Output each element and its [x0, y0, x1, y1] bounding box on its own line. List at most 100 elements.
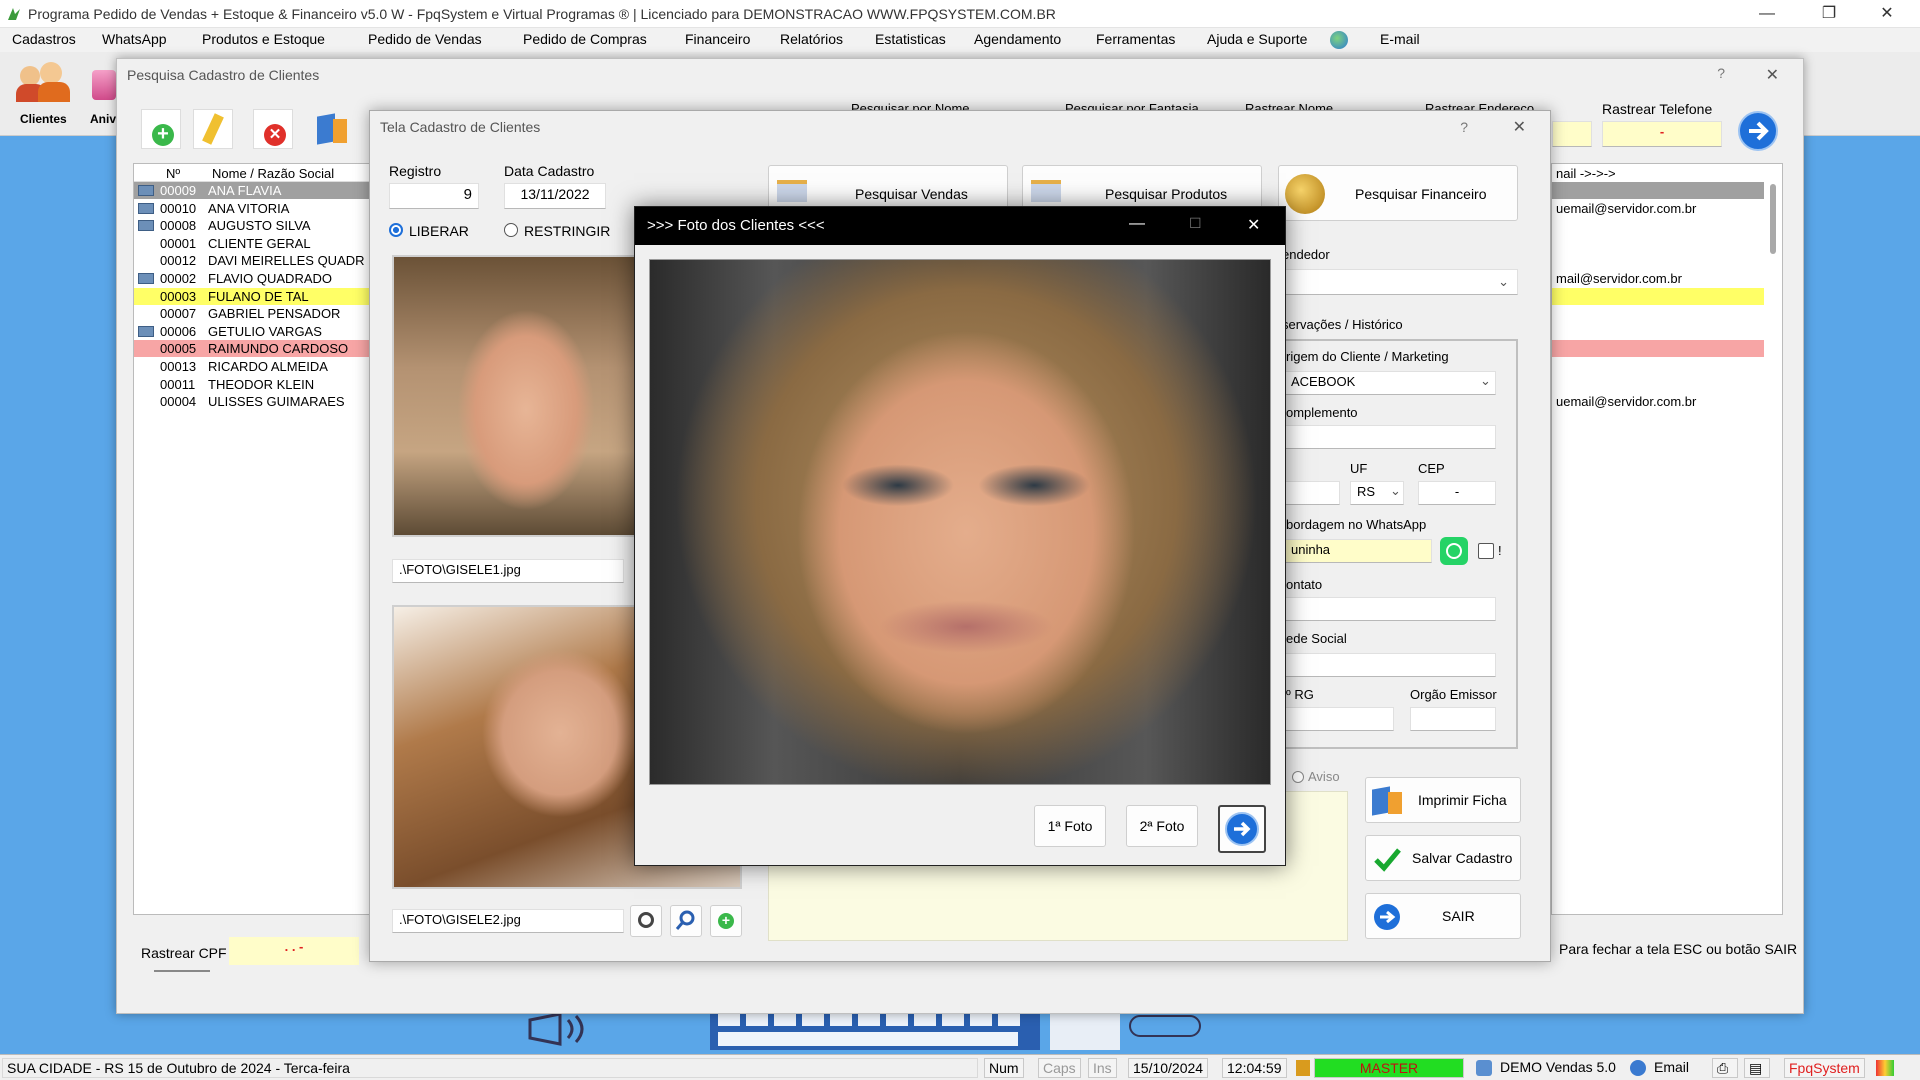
row-number: 00013 [160, 359, 197, 374]
data-cadastro-field[interactable]: 13/11/2022 [504, 183, 606, 209]
restore-button[interactable]: ❐ [1806, 0, 1852, 28]
contato-field[interactable] [1284, 597, 1496, 621]
rede-social-field[interactable] [1284, 653, 1496, 677]
delete-client-button[interactable]: ✕ [253, 109, 293, 149]
sair-button[interactable]: SAIR [1365, 893, 1521, 939]
aviso-radio[interactable] [1292, 771, 1304, 783]
email-cell[interactable]: uemail@servidor.com.br [1552, 393, 1764, 410]
client-photo-1[interactable] [392, 255, 636, 537]
edit-client-button[interactable] [193, 109, 233, 149]
liberar-radio[interactable] [389, 223, 403, 237]
email-cell[interactable] [1552, 376, 1764, 393]
email-cell[interactable] [1552, 287, 1764, 305]
email-cell[interactable]: uemail@servidor.com.br [1552, 200, 1764, 217]
whatsapp-icon[interactable] [1440, 537, 1468, 565]
menu-cadastros[interactable]: Cadastros [12, 31, 76, 47]
foto2-path-field[interactable]: .\FOTO\GISELE2.jpg [392, 909, 624, 933]
cake-icon[interactable] [92, 70, 116, 100]
email-cell[interactable] [1552, 217, 1764, 234]
table-row[interactable]: 00013 RICARDO ALMEIDA [134, 358, 374, 375]
printer-status-icon[interactable]: ⎙ [1712, 1058, 1738, 1078]
menu-pedido-compras[interactable]: Pedido de Compras [523, 31, 647, 47]
track-phone-input[interactable]: - [1602, 121, 1722, 147]
menu-pedido-vendas[interactable]: Pedido de Vendas [368, 31, 482, 47]
menu-ajuda[interactable]: Ajuda e Suporte [1207, 31, 1307, 47]
cep-field[interactable]: - [1418, 481, 1496, 505]
list-scrollbar[interactable] [154, 970, 210, 972]
menu-relatorios[interactable]: Relatórios [780, 31, 843, 47]
row-number: 00004 [160, 394, 197, 410]
email-cell[interactable] [1552, 235, 1764, 252]
whatsapp-checkbox[interactable] [1478, 543, 1494, 559]
table-row[interactable]: 00005 RAIMUNDO CARDOSO [134, 340, 374, 358]
table-row[interactable]: 00006 GETULIO VARGAS [134, 323, 374, 340]
pesquisa-close-button[interactable]: ✕ [1766, 65, 1779, 85]
origem-select[interactable]: ACEBOOK [1284, 371, 1496, 395]
menu-produtos[interactable]: Produtos e Estoque [202, 31, 325, 47]
table-row[interactable]: 00003 FULANO DE TAL [134, 287, 374, 305]
pesquisar-financeiro-label: Pesquisar Financeiro [1355, 186, 1487, 202]
email-cell[interactable] [1552, 182, 1764, 199]
observacoes-tab[interactable]: servações / Histórico [1282, 317, 1403, 332]
minimize-button[interactable]: — [1744, 0, 1790, 28]
print-list-button[interactable] [313, 109, 353, 149]
close-app-button[interactable]: ✕ [1864, 0, 1910, 28]
foto-maximize-button[interactable]: ☐ [1189, 215, 1202, 232]
table-row[interactable]: 00010 ANA VITORIA [134, 200, 374, 217]
menu-whatsapp[interactable]: WhatsApp [102, 31, 167, 47]
whatsapp-field[interactable]: uninha [1284, 539, 1432, 563]
cadastro-help-button[interactable]: ? [1460, 119, 1468, 135]
foto1-path-field[interactable]: .\FOTO\GISELE1.jpg [392, 559, 624, 583]
calculator-icon[interactable]: ▤ [1744, 1058, 1770, 1078]
email-cell[interactable] [1552, 252, 1764, 269]
menu-ferramentas[interactable]: Ferramentas [1096, 31, 1175, 47]
status-email[interactable]: Email [1650, 1058, 1693, 1078]
table-row[interactable]: 00012 DAVI MEIRELLES QUADR [134, 252, 374, 269]
menu-email[interactable]: E-mail [1380, 31, 1420, 47]
orgao-emissor-field[interactable] [1410, 707, 1496, 731]
vendedor-select[interactable]: ⌄ [1282, 269, 1518, 295]
imprimir-ficha-button[interactable]: Imprimir Ficha [1365, 777, 1521, 823]
email-cell[interactable]: mail@servidor.com.br [1552, 270, 1764, 287]
complemento-field[interactable] [1284, 425, 1496, 449]
cidade-field[interactable] [1284, 481, 1340, 505]
pesquisar-financeiro-button[interactable]: Pesquisar Financeiro [1278, 165, 1518, 221]
foto-minimize-button[interactable]: — [1129, 215, 1145, 233]
go-search-button[interactable] [1738, 111, 1778, 151]
table-row[interactable]: 00002 FLAVIO QUADRADO [134, 270, 374, 287]
table-row[interactable]: 00009 ANA FLAVIA [134, 182, 374, 199]
webcam-button[interactable] [630, 905, 662, 937]
email-cell[interactable] [1552, 305, 1764, 322]
status-caps: Caps [1038, 1058, 1081, 1078]
primeira-foto-button[interactable]: 1ª Foto [1034, 805, 1106, 847]
table-row[interactable]: 00011 THEODOR KLEIN [134, 376, 374, 393]
email-cell[interactable] [1552, 358, 1764, 375]
row-name: AUGUSTO SILVA [208, 218, 311, 234]
salvar-cadastro-button[interactable]: Salvar Cadastro [1365, 835, 1521, 881]
restringir-radio[interactable] [504, 223, 518, 237]
menu-estatisticas[interactable]: Estatisticas [875, 31, 946, 47]
aviso-label: Aviso [1308, 769, 1340, 784]
zoom-button[interactable] [670, 905, 702, 937]
foto-close-button[interactable]: ✕ [1247, 215, 1260, 235]
pesquisa-help-button[interactable]: ? [1717, 65, 1725, 81]
globe-icon[interactable] [1330, 31, 1348, 49]
table-row[interactable]: 00001 CLIENTE GERAL [134, 235, 374, 252]
add-photo-button[interactable]: + [710, 905, 742, 937]
rastrear-cpf-input[interactable]: . . - [229, 937, 359, 965]
table-row[interactable]: 00007 GABRIEL PENSADOR [134, 305, 374, 322]
rg-field[interactable] [1284, 707, 1394, 731]
email-scrollbar[interactable] [1770, 184, 1776, 254]
track-address-input[interactable] [1552, 121, 1592, 147]
add-client-button[interactable]: + [141, 109, 181, 149]
table-row[interactable]: 00004 ULISSES GUIMARAES [134, 393, 374, 410]
clientes-icon[interactable] [16, 60, 74, 104]
email-cell[interactable] [1552, 340, 1764, 358]
segunda-foto-button[interactable]: 2ª Foto [1126, 805, 1198, 847]
menu-agendamento[interactable]: Agendamento [974, 31, 1061, 47]
foto-next-button[interactable] [1218, 805, 1266, 853]
menu-financeiro[interactable]: Financeiro [685, 31, 750, 47]
table-row[interactable]: 00008 AUGUSTO SILVA [134, 217, 374, 234]
email-cell[interactable] [1552, 323, 1764, 340]
cadastro-close-button[interactable]: ✕ [1513, 117, 1526, 137]
